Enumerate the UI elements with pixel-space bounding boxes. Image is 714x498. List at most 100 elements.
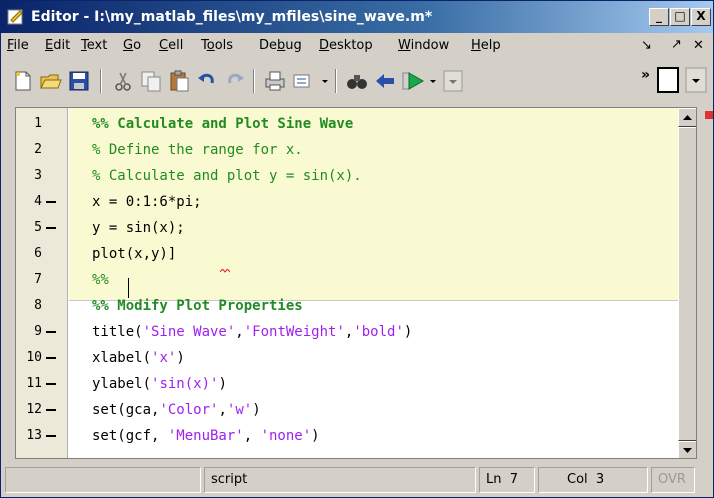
code-line[interactable]: 9 title('Sine Wave','FontWeight','bold') xyxy=(16,320,678,344)
menu-item[interactable]: Go xyxy=(123,38,141,53)
line-value: 7 xyxy=(509,472,519,487)
line-number: 1 xyxy=(34,116,42,131)
toolbar-separator xyxy=(100,69,102,93)
scroll-down-button[interactable] xyxy=(678,441,696,458)
maximize-button[interactable]: □ xyxy=(670,8,690,26)
scroll-thumb[interactable] xyxy=(678,127,696,441)
code-line[interactable]: 3 % Calculate and plot y = sin(x). xyxy=(16,164,678,188)
breakpoint-marker[interactable] xyxy=(46,383,56,385)
line-number: 13 xyxy=(26,428,42,443)
window-title: Editor - I:\my_matlab_files\my_mfiles\si… xyxy=(31,9,433,25)
code-line[interactable]: 4 x = 0:1:6*pi; xyxy=(16,190,678,214)
dock-icon[interactable]: ↘ xyxy=(641,38,652,53)
line-number: 4 xyxy=(34,194,42,209)
breakpoint-marker[interactable] xyxy=(46,227,56,229)
undock-icon[interactable]: ↗ xyxy=(671,37,682,52)
menu-item[interactable]: Help xyxy=(471,38,501,53)
menu-item[interactable]: File xyxy=(7,38,29,53)
breakpoint-marker[interactable] xyxy=(46,435,56,437)
menu-item[interactable]: Edit xyxy=(45,38,70,53)
toolbar-overflow-icon[interactable]: » xyxy=(641,67,650,83)
code-line[interactable]: 11 ylabel('sin(x)') xyxy=(16,372,678,396)
save-icon[interactable] xyxy=(67,69,91,93)
redo-icon[interactable] xyxy=(223,69,247,93)
code-token: ) xyxy=(176,350,185,366)
dropdown-icon[interactable] xyxy=(319,69,331,93)
line-number: 5 xyxy=(34,220,42,235)
open-folder-icon[interactable] xyxy=(39,69,63,93)
code-text: % Calculate and plot y = sin(x). xyxy=(92,164,362,188)
line-number: 3 xyxy=(34,168,42,183)
code-line[interactable]: 6 plot(x,y)] xyxy=(16,242,678,266)
code-line[interactable]: 12 set(gca,'Color','w') xyxy=(16,398,678,422)
close-document-icon[interactable]: ✕ xyxy=(693,38,704,53)
line-number: 7 xyxy=(34,272,42,287)
code-token: ) xyxy=(218,376,227,392)
menu-item[interactable]: Tools xyxy=(201,38,233,53)
menu-item-label: ile xyxy=(13,38,29,53)
copy-icon[interactable] xyxy=(139,69,163,93)
menu-item-label: ug xyxy=(285,38,302,53)
minimize-button[interactable]: _ xyxy=(649,8,669,26)
string-literal: 'sin(x)' xyxy=(151,376,219,392)
dropdown-icon[interactable] xyxy=(443,69,463,93)
go-to-icon[interactable] xyxy=(291,69,315,93)
cut-icon[interactable] xyxy=(111,69,135,93)
undo-icon[interactable] xyxy=(195,69,219,93)
run-dropdown-icon[interactable] xyxy=(427,69,439,93)
paste-icon[interactable] xyxy=(167,69,191,93)
toolbar-separator xyxy=(335,69,337,93)
breakpoint-marker[interactable] xyxy=(46,357,56,359)
line-number: 9 xyxy=(34,324,42,339)
line-number: 2 xyxy=(34,142,42,157)
title-bar[interactable]: Editor - I:\my_matlab_files\my_mfiles\si… xyxy=(1,1,713,33)
print-icon[interactable] xyxy=(263,69,287,93)
menu-item-label: ols xyxy=(214,38,234,53)
code-editor[interactable]: 1 %% Calculate and Plot Sine Wave 2 % Defin… xyxy=(15,107,697,459)
status-line: Ln 7 xyxy=(479,467,535,493)
column-value: 3 xyxy=(595,472,605,487)
breakpoint-marker[interactable] xyxy=(46,201,56,203)
code-line[interactable]: 13 set(gcf, 'MenuBar', 'none') xyxy=(16,424,678,448)
scroll-up-button[interactable] xyxy=(678,108,696,127)
breakpoint-marker[interactable] xyxy=(46,331,56,333)
mlint-status-indicator[interactable] xyxy=(705,111,713,119)
status-mode: script xyxy=(204,467,476,493)
code-line[interactable]: 5 y = sin(x); xyxy=(16,216,678,240)
menu-item-label: esktop xyxy=(329,38,373,53)
line-number: 12 xyxy=(26,402,42,417)
code-text: %% Modify Plot Properties xyxy=(92,294,303,318)
menu-item[interactable]: Window xyxy=(398,38,449,53)
breakpoint-marker[interactable] xyxy=(46,409,56,411)
code-line[interactable]: 1 %% Calculate and Plot Sine Wave xyxy=(16,112,678,136)
code-line[interactable]: 8 %% Modify Plot Properties xyxy=(16,294,678,318)
menu-item-accelerator: E xyxy=(45,38,54,53)
find-icon[interactable] xyxy=(345,69,369,93)
toolbar-separator xyxy=(253,69,255,93)
code-token: title( xyxy=(92,324,143,340)
menu-item-label: ext xyxy=(86,38,108,53)
menu-item[interactable]: Cell xyxy=(159,38,183,53)
menu-item[interactable]: Text xyxy=(81,38,107,53)
code-token: plot(x,y)] xyxy=(92,246,177,262)
menu-item-label: indow xyxy=(410,38,450,53)
menu-item[interactable]: Desktop xyxy=(319,38,373,53)
code-token: set(gca, xyxy=(92,402,160,418)
code-line[interactable]: 7%% xyxy=(16,268,678,292)
code-text: title('Sine Wave','FontWeight','bold') xyxy=(92,320,412,344)
menu-item-accelerator: C xyxy=(159,38,169,53)
close-button[interactable]: X xyxy=(691,8,711,26)
new-file-icon[interactable] xyxy=(11,69,35,93)
back-icon[interactable] xyxy=(373,69,397,93)
vertical-scrollbar[interactable] xyxy=(678,108,696,458)
stack-dropdown-icon[interactable] xyxy=(685,67,707,93)
code-text: plot(x,y)] xyxy=(92,242,176,266)
menu-item-accelerator: D xyxy=(319,38,330,53)
run-icon[interactable] xyxy=(401,69,425,93)
code-token: ylabel( xyxy=(92,376,152,392)
code-line[interactable]: 2 % Define the range for x. xyxy=(16,138,678,162)
code-line[interactable]: 10 xlabel('x') xyxy=(16,346,678,370)
menu-item[interactable]: Debug xyxy=(259,38,302,53)
menu-item-label: elp xyxy=(480,38,501,53)
stack-icon[interactable] xyxy=(657,67,679,93)
